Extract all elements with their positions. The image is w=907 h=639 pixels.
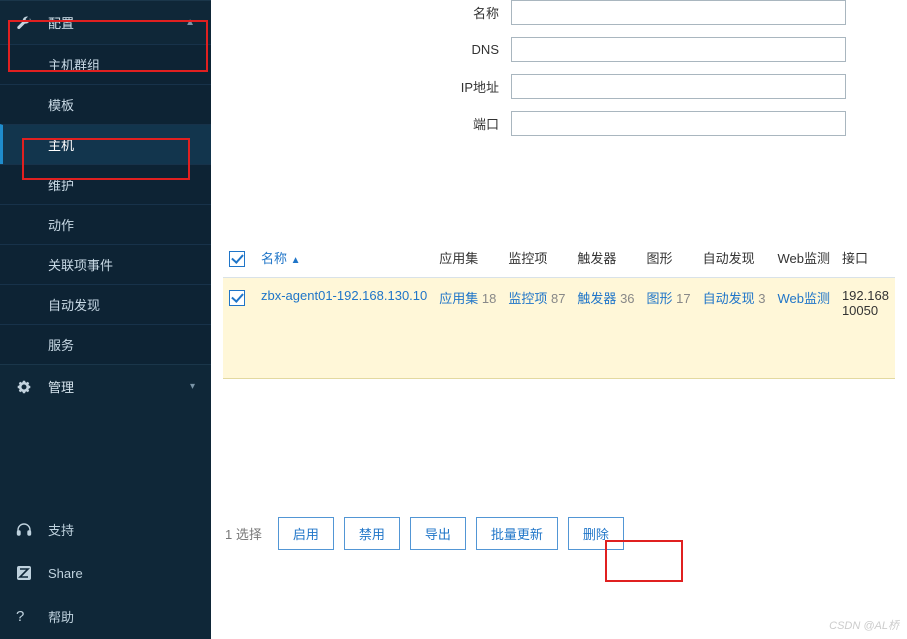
filter-form: 名称 DNS IP地址 端口 <box>211 0 907 178</box>
filter-ip-input[interactable] <box>511 74 846 99</box>
hosts-table: 名称 ▲ 应用集 监控项 触发器 图形 自动发现 Web监测 接口 zbx-ag… <box>223 238 895 379</box>
sidebar-item-hosts[interactable]: 主机 <box>0 124 211 164</box>
sidebar-support[interactable]: 支持 <box>0 507 211 552</box>
sidebar: 配置 ▲ 主机群组 模板 主机 维护 动作 关联项事件 自动发现 服务 管理 ▾ <box>0 0 211 639</box>
disable-button[interactable]: 禁用 <box>344 517 400 550</box>
sidebar-support-label: 支持 <box>48 520 74 539</box>
sidebar-item-actions[interactable]: 动作 <box>0 204 211 244</box>
export-button[interactable]: 导出 <box>410 517 466 550</box>
nav-config-sub: 主机群组 模板 主机 维护 动作 关联项事件 自动发现 服务 <box>0 44 211 364</box>
sidebar-bottom: 支持 Share ? 帮助 <box>0 507 211 639</box>
sidebar-item-discovery[interactable]: 自动发现 <box>0 284 211 324</box>
col-iface: 接口 <box>836 238 895 278</box>
headset-icon <box>16 522 34 538</box>
selected-count: 1 选择 <box>225 524 262 543</box>
sidebar-help-label: 帮助 <box>48 607 74 626</box>
col-discovery: 自动发现 <box>697 238 772 278</box>
delete-button[interactable]: 删除 <box>568 517 624 550</box>
web-link[interactable]: Web监测 <box>777 291 830 306</box>
enable-button[interactable]: 启用 <box>278 517 334 550</box>
apps-count: 18 <box>482 291 496 306</box>
z-icon <box>16 565 34 581</box>
nav-admin-label: 管理 <box>48 377 74 396</box>
graphs-count: 17 <box>676 291 690 306</box>
filter-dns-label: DNS <box>211 42 511 57</box>
sidebar-item-correlation[interactable]: 关联项事件 <box>0 244 211 284</box>
question-icon: ? <box>16 608 34 625</box>
row-checkbox[interactable] <box>229 290 245 306</box>
host-name-link[interactable]: zbx-agent01-192.168.130.10 <box>261 288 427 303</box>
sidebar-item-hostgroups[interactable]: 主机群组 <box>0 44 211 84</box>
iface-cell: 192.168 10050 <box>836 278 895 379</box>
sidebar-item-templates[interactable]: 模板 <box>0 84 211 124</box>
sort-asc-icon: ▲ <box>291 255 301 266</box>
sidebar-item-services[interactable]: 服务 <box>0 324 211 364</box>
triggers-count: 36 <box>620 291 634 306</box>
bulk-actions: 1 选择 启用 禁用 导出 批量更新 删除 <box>211 499 907 568</box>
triggers-link[interactable]: 触发器 <box>577 291 616 306</box>
items-link[interactable]: 监控项 <box>508 291 547 306</box>
col-apps: 应用集 <box>433 238 502 278</box>
gear-icon <box>16 379 34 395</box>
filter-ip-label: IP地址 <box>211 77 511 96</box>
col-items: 监控项 <box>502 238 571 278</box>
chevron-up-icon: ▲ <box>185 17 195 28</box>
select-all-checkbox[interactable] <box>229 251 245 267</box>
apps-link[interactable]: 应用集 <box>439 291 478 306</box>
nav-config[interactable]: 配置 ▲ <box>0 1 211 44</box>
nav-group-admin: 管理 ▾ <box>0 364 211 408</box>
filter-name-label: 名称 <box>211 3 511 22</box>
col-triggers: 触发器 <box>571 238 640 278</box>
massupdate-button[interactable]: 批量更新 <box>476 517 558 550</box>
sidebar-item-maintenance[interactable]: 维护 <box>0 164 211 204</box>
items-count: 87 <box>551 291 565 306</box>
wrench-icon <box>16 15 34 31</box>
filter-port-label: 端口 <box>211 114 511 133</box>
graphs-link[interactable]: 图形 <box>647 291 673 306</box>
filter-dns-input[interactable] <box>511 37 846 62</box>
filter-name-input[interactable] <box>511 0 846 25</box>
sidebar-share[interactable]: Share <box>0 552 211 594</box>
table-row: zbx-agent01-192.168.130.10 应用集 18 监控项 87… <box>223 278 895 379</box>
discovery-link[interactable]: 自动发现 <box>703 291 755 306</box>
col-graphs: 图形 <box>641 238 697 278</box>
sidebar-help[interactable]: ? 帮助 <box>0 594 211 639</box>
discovery-count: 3 <box>758 291 765 306</box>
col-name[interactable]: 名称 ▲ <box>261 251 301 266</box>
filter-port-input[interactable] <box>511 111 846 136</box>
watermark: CSDN @AL桥 <box>829 617 899 633</box>
nav-config-label: 配置 <box>48 13 74 32</box>
col-web: Web监测 <box>771 238 835 278</box>
nav-admin[interactable]: 管理 ▾ <box>0 365 211 408</box>
main-content: 名称 DNS IP地址 端口 名称 ▲ 应用集 监控项 触发器 <box>211 0 907 639</box>
table-header-row: 名称 ▲ 应用集 监控项 触发器 图形 自动发现 Web监测 接口 <box>223 238 895 278</box>
sidebar-share-label: Share <box>48 566 83 581</box>
chevron-down-icon: ▾ <box>190 381 195 392</box>
nav-group-config: 配置 ▲ 主机群组 模板 主机 维护 动作 关联项事件 自动发现 服务 <box>0 0 211 364</box>
